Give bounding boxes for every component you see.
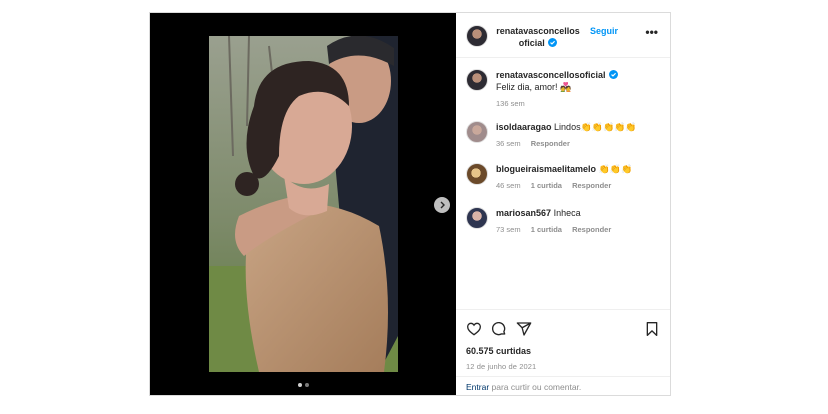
share-icon[interactable] <box>516 321 532 337</box>
post-media <box>150 13 456 395</box>
post-actions: 60.575 curtidas 12 de junho de 2021 <box>456 309 670 371</box>
caption-time[interactable]: 136 sem <box>496 99 525 108</box>
add-comment-prompt: Entrar para curtir ou comentar. <box>456 376 670 392</box>
comments-list: renatavasconcellosoficial Feliz dia, amo… <box>466 69 660 234</box>
comment-text: 👏👏👏 <box>598 164 633 174</box>
post-date[interactable]: 12 de junho de 2021 <box>466 362 660 371</box>
comment-time[interactable]: 73 sem <box>496 225 521 234</box>
comment-time[interactable]: 46 sem <box>496 181 521 190</box>
comment-username[interactable]: mariosan567 <box>496 208 551 218</box>
more-icon[interactable]: ••• <box>645 25 658 39</box>
comment-item: isoldaaragao Lindos👏👏👏👏👏 36 sem Responde… <box>466 121 637 150</box>
likes-count[interactable]: 60.575 curtidas <box>466 346 660 356</box>
save-icon[interactable] <box>644 321 660 337</box>
comment-icon[interactable] <box>491 321 507 337</box>
caption-text: Feliz dia, amor! 💑 <box>496 82 572 92</box>
avatar[interactable] <box>466 207 488 229</box>
carousel-dot-active <box>297 383 302 387</box>
comment-username[interactable]: blogueiraismaelitamelo <box>496 164 596 174</box>
reply-button[interactable]: Responder <box>572 181 611 190</box>
carousel-dot <box>304 383 309 387</box>
caption-username[interactable]: renatavasconcellosoficial <box>496 70 606 80</box>
post-photo[interactable] <box>209 36 398 372</box>
comment-likes[interactable]: 1 curtida <box>531 225 562 234</box>
avatar[interactable] <box>466 121 488 143</box>
header-username-text[interactable]: renatavasconcellosoficial <box>496 26 580 48</box>
avatar[interactable] <box>466 69 488 91</box>
header-username[interactable]: renatavasconcellosoficial <box>496 25 580 49</box>
comment-item: blogueiraismaelitamelo 👏👏👏 46 sem 1 curt… <box>466 163 632 192</box>
avatar[interactable] <box>466 163 488 185</box>
carousel-dots <box>150 383 456 387</box>
post-sidebar: renatavasconcellosoficial Seguir ••• ren… <box>456 13 670 395</box>
comment-likes[interactable]: 1 curtida <box>531 181 562 190</box>
follow-button[interactable]: Seguir <box>590 26 618 36</box>
next-arrow-icon[interactable] <box>434 197 450 213</box>
comment-time[interactable]: 36 sem <box>496 139 521 148</box>
instagram-post: renatavasconcellosoficial Seguir ••• ren… <box>149 12 671 396</box>
verified-icon <box>609 70 619 79</box>
caption: renatavasconcellosoficial Feliz dia, amo… <box>466 69 660 121</box>
reply-button[interactable]: Responder <box>531 139 570 148</box>
comment-text: Lindos👏👏👏👏👏 <box>554 122 637 132</box>
login-link[interactable]: Entrar <box>466 382 489 392</box>
reply-button[interactable]: Responder <box>572 225 611 234</box>
add-comment-text: para curtir ou comentar. <box>489 382 582 392</box>
avatar[interactable] <box>466 25 488 47</box>
post-header: renatavasconcellosoficial Seguir ••• <box>456 13 670 58</box>
comment-text: Inheca <box>553 208 581 218</box>
verified-icon <box>548 38 558 47</box>
comment-item: mariosan567 Inheca 73 sem 1 curtida Resp… <box>466 207 619 236</box>
comment-username[interactable]: isoldaaragao <box>496 122 552 132</box>
heart-icon[interactable] <box>466 321 482 337</box>
